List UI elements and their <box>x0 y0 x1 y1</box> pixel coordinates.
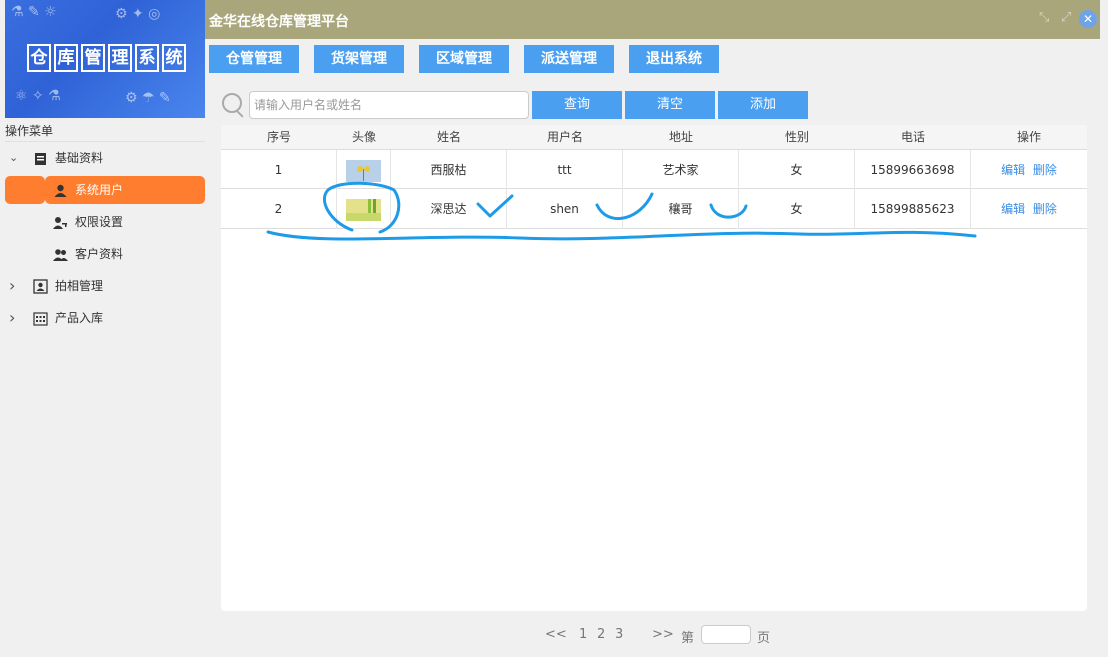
column-header: 用户名 <box>546 130 583 144</box>
add-button[interactable]: 添加 <box>718 91 808 119</box>
users-icon <box>53 249 68 261</box>
science-doodle-icon: ⚙ ✦ ◎ <box>115 6 161 22</box>
cell-gender: 女 <box>739 150 855 190</box>
search-input[interactable] <box>249 91 529 119</box>
column-header: 操作 <box>1016 130 1041 144</box>
nav-delivery-button[interactable]: 派送管理 <box>524 45 614 73</box>
app-title: 金华在线仓库管理平台 <box>209 14 349 30</box>
sidebar-item-label: 系统用户 <box>75 183 124 197</box>
restore-icon[interactable]: ⤡ <box>1039 10 1049 25</box>
title-bar: 金华在线仓库管理平台 ⤡ ⤢ <box>205 0 1100 39</box>
next-page-link[interactable]: >> <box>652 627 674 643</box>
edit-link[interactable]: 编辑 <box>1001 202 1025 216</box>
cell-phone: 15899885623 <box>855 189 971 229</box>
column-header: 性别 <box>784 130 809 144</box>
cell-avatar <box>337 189 391 229</box>
sidebar-item-label: 权限设置 <box>75 215 124 229</box>
cell-index: 2 <box>221 189 337 229</box>
delete-link[interactable]: 删除 <box>1033 163 1057 177</box>
chevron-right-icon: › <box>9 276 16 295</box>
user-icon <box>54 184 67 197</box>
chevron-right-icon: › <box>9 308 16 327</box>
clear-button[interactable]: 清空 <box>625 91 715 119</box>
cell-username: ttt <box>507 150 623 190</box>
science-doodle-icon: ⚛ ✧ ⚗ <box>15 88 61 104</box>
cell-actions: 编辑 删除 <box>971 150 1087 190</box>
logo: ⚗ ✎ ☼ ⚙ ✦ ◎ ⚛ ✧ ⚗ ⚙ ☂ ✎ 仓 库 管 理 系 统 <box>5 0 205 118</box>
cell-phone: 15899663698 <box>855 150 971 190</box>
user-table: 序号 头像 姓名 用户名 地址 性别 电话 操作 1 西服枯 ttt 艺术家 女… <box>221 125 1087 611</box>
cell-gender: 女 <box>739 189 855 229</box>
chevron-down-icon: ⌄ <box>9 151 19 164</box>
sidebar-item-label: 基础资料 <box>55 151 104 165</box>
nav-area-button[interactable]: 区域管理 <box>419 45 509 73</box>
page-link[interactable]: 1 <box>579 627 587 643</box>
column-header: 序号 <box>266 130 291 144</box>
cell-name: 西服枯 <box>391 150 507 190</box>
nav-shelf-button[interactable]: 货架管理 <box>314 45 404 73</box>
column-header: 地址 <box>668 130 693 144</box>
column-header: 姓名 <box>436 130 461 144</box>
sidebar-item-customers[interactable]: 客户资料 <box>5 240 205 268</box>
clipboard-icon <box>35 153 46 165</box>
maximize-icon[interactable]: ⤢ <box>1061 10 1071 25</box>
active-marker <box>5 176 45 204</box>
page-number-input[interactable] <box>701 625 751 644</box>
table-row[interactable]: 2 深思达 shen 穰哥 女 15899885623 编辑 删除 <box>221 189 1087 229</box>
sidebar-item-product-stock[interactable]: › 产品入库 <box>5 304 205 332</box>
cell-address: 艺术家 <box>623 150 739 190</box>
menu-header: 操作菜单 <box>5 122 205 142</box>
close-icon[interactable]: ✕ <box>1079 10 1097 28</box>
portrait-icon <box>33 279 48 294</box>
nav-warehouse-button[interactable]: 仓管管理 <box>209 45 299 73</box>
sidebar-item-label: 产品入库 <box>55 311 104 325</box>
nav-logout-button[interactable]: 退出系统 <box>629 45 719 73</box>
key-user-icon <box>53 217 67 229</box>
avatar <box>346 198 381 221</box>
cell-address: 穰哥 <box>623 189 739 229</box>
prev-page-link[interactable]: << <box>545 627 567 643</box>
page-suffix-label: 页 <box>757 631 771 646</box>
grid-icon <box>33 312 48 326</box>
cell-username: shen <box>507 189 623 229</box>
sidebar-item-photo-management[interactable]: › 拍相管理 <box>5 272 205 300</box>
logo-title: 仓 库 管 理 系 统 <box>27 44 186 74</box>
cell-avatar <box>337 150 391 190</box>
science-doodle-icon: ⚗ ✎ ☼ <box>11 4 57 20</box>
avatar <box>346 159 381 182</box>
column-header: 电话 <box>900 130 925 144</box>
delete-link[interactable]: 删除 <box>1033 202 1057 216</box>
page-link[interactable]: 3 <box>615 627 623 643</box>
cell-name: 深思达 <box>391 189 507 229</box>
cell-index: 1 <box>221 150 337 190</box>
sidebar-item-label: 客户资料 <box>75 247 124 261</box>
sidebar-item-label: 拍相管理 <box>55 279 104 293</box>
page-link[interactable]: 2 <box>597 627 605 643</box>
sidebar-item-permissions[interactable]: 权限设置 <box>5 208 205 236</box>
sidebar-item-basic-data[interactable]: ⌄ 基础资料 <box>5 144 205 172</box>
page-prefix-label: 第 <box>681 631 695 646</box>
sidebar: 操作菜单 ⌄ 基础资料 系统用户 权限设置 客户资料 › 拍相管理 › 产品入库 <box>5 120 205 657</box>
column-header: 头像 <box>351 130 376 144</box>
search-icon[interactable] <box>222 93 242 113</box>
science-doodle-icon: ⚙ ☂ ✎ <box>125 90 171 106</box>
sidebar-item-system-users[interactable]: 系统用户 <box>45 176 205 204</box>
edit-link[interactable]: 编辑 <box>1001 163 1025 177</box>
table-header: 序号 头像 姓名 用户名 地址 性别 电话 操作 <box>221 125 1087 149</box>
table-row[interactable]: 1 西服枯 ttt 艺术家 女 15899663698 编辑 删除 <box>221 149 1087 190</box>
cell-actions: 编辑 删除 <box>971 189 1087 229</box>
query-button[interactable]: 查询 <box>532 91 622 119</box>
